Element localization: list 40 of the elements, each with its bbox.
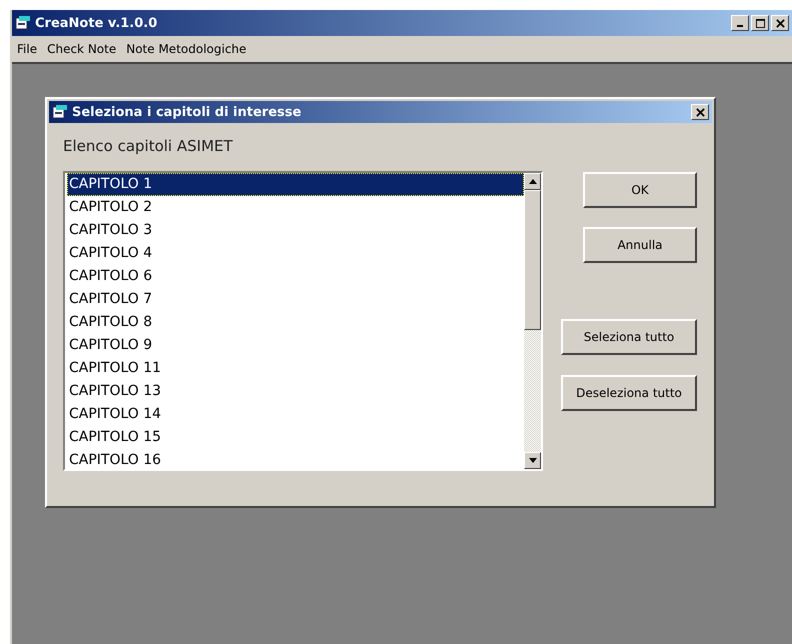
dialog-button[interactable]: Annulla xyxy=(583,227,697,263)
scroll-down-button[interactable] xyxy=(524,452,541,469)
dialog-button[interactable]: Deseleziona tutto xyxy=(561,375,697,411)
window-title: CreaNote v.1.0.0 xyxy=(35,16,158,30)
list-item[interactable]: CAPITOLO 8 xyxy=(67,311,524,334)
list-item[interactable]: CAPITOLO 1 xyxy=(67,173,524,196)
scrollbar[interactable] xyxy=(524,173,541,469)
list-item[interactable]: CAPITOLO 2 xyxy=(67,196,524,219)
list-item[interactable]: CAPITOLO 4 xyxy=(67,242,524,265)
minimize-icon xyxy=(737,25,743,27)
list-item[interactable]: CAPITOLO 11 xyxy=(67,357,524,380)
scroll-up-button[interactable] xyxy=(524,173,541,190)
dialog-button[interactable]: Seleziona tutto xyxy=(561,319,697,355)
list-item[interactable]: CAPITOLO 3 xyxy=(67,219,524,242)
list-item[interactable]: CAPITOLO 7 xyxy=(67,288,524,311)
close-button[interactable] xyxy=(771,15,789,31)
list-label: Elenco capitoli ASIMET xyxy=(63,137,234,155)
list-item[interactable]: CAPITOLO 9 xyxy=(67,334,524,357)
list-item[interactable]: CAPITOLO 16 xyxy=(67,449,524,472)
minimize-button[interactable] xyxy=(731,15,749,31)
down-arrow-icon xyxy=(528,458,536,463)
scroll-thumb[interactable] xyxy=(524,190,541,330)
dialog-button[interactable]: OK xyxy=(583,172,697,208)
close-button[interactable] xyxy=(691,104,709,120)
list-item[interactable]: CAPITOLO 6 xyxy=(67,265,524,288)
menu-item[interactable]: Check Note xyxy=(42,42,122,56)
chapter-list[interactable]: CAPITOLO 1 CAPITOLO 2 CAPITOLO 3 CAPITOLO 4 CAPITOLO 6 CAPITOLO 7 CAPITOLO 8 CAPITOLO 9 CAPITOLO 11 CAPITOLO 13 CAPITOLO 14 CAPITOLO 15 CAPITOLO 16 xyxy=(63,171,543,471)
maximize-icon xyxy=(756,18,764,28)
dialog-title: Seleziona i capitoli di interesse xyxy=(72,104,302,120)
close-icon xyxy=(776,18,784,28)
list-item[interactable]: CAPITOLO 13 xyxy=(67,380,524,403)
app-icon xyxy=(52,104,68,120)
list-item[interactable]: CAPITOLO 14 xyxy=(67,403,524,426)
close-icon xyxy=(696,108,704,116)
maximize-button[interactable] xyxy=(751,15,769,31)
up-arrow-icon xyxy=(528,179,536,184)
app-icon xyxy=(15,15,31,31)
list-item[interactable]: CAPITOLO 15 xyxy=(67,426,524,449)
menu-item[interactable]: File xyxy=(12,42,42,56)
menu-item[interactable]: Note Metodologiche xyxy=(121,42,252,56)
